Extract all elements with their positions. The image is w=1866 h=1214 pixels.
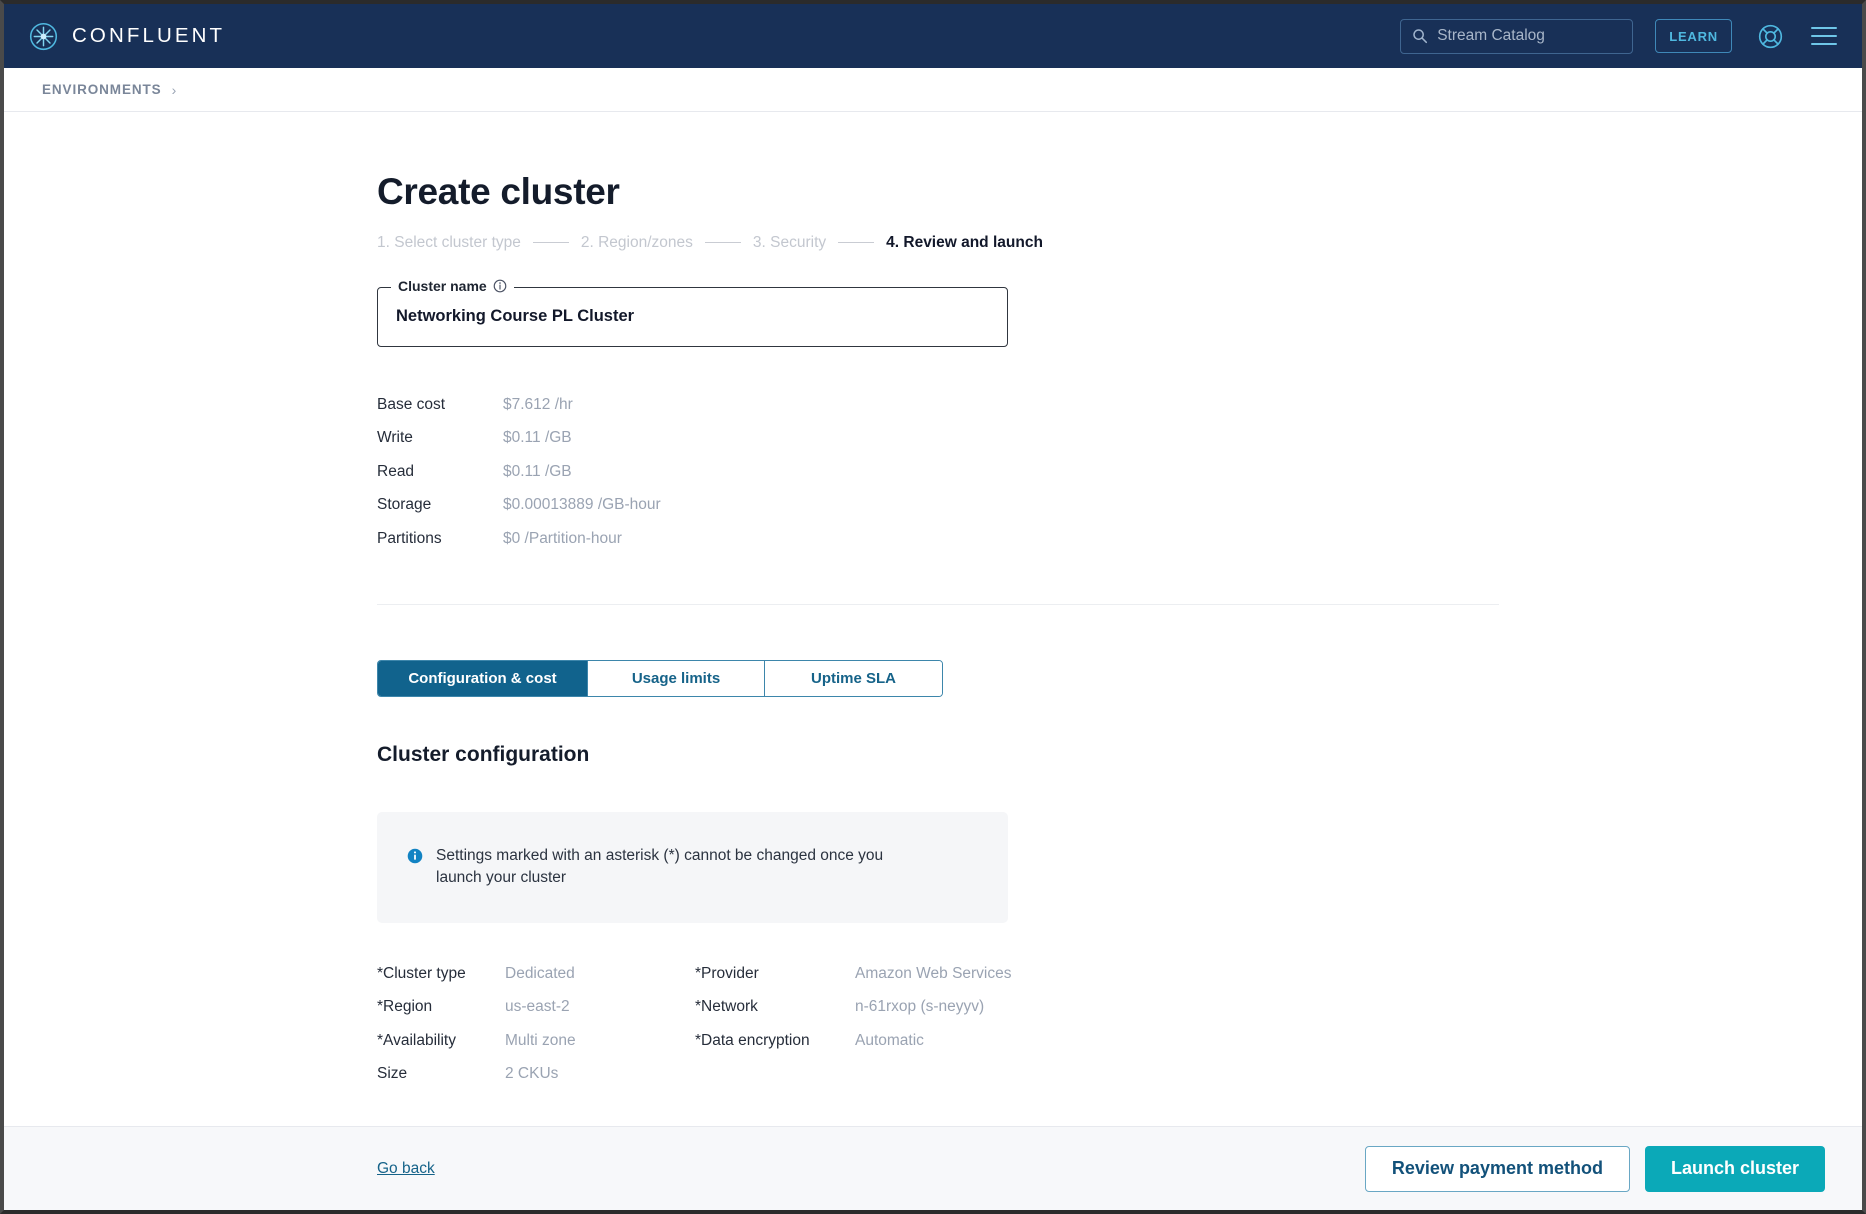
hamburger-menu-icon: [1810, 25, 1838, 47]
launch-cluster-button[interactable]: Launch cluster: [1644, 1145, 1825, 1192]
pricing-label-storage: Storage: [377, 496, 432, 514]
confluent-logo-icon: [28, 21, 59, 52]
tab-usage-limits[interactable]: Usage limits: [588, 660, 765, 696]
pricing-value-read: $0.11 /GB: [503, 462, 572, 480]
menu-button[interactable]: [1808, 20, 1840, 52]
config-label-cluster-type: *Cluster type: [377, 964, 466, 982]
brand-name: CONFLUENT: [72, 24, 226, 47]
step-1-select-cluster-type[interactable]: 1. Select cluster type: [377, 234, 521, 252]
config-value-region: us-east-2: [505, 998, 570, 1016]
config-label-data-encryption: *Data encryption: [695, 1031, 810, 1049]
tab-uptime-sla[interactable]: Uptime SLA: [765, 660, 942, 696]
pricing-label-base-cost: Base cost: [377, 395, 446, 413]
config-value-provider: Amazon Web Services: [855, 964, 1012, 982]
step-4-review-and-launch[interactable]: 4. Review and launch: [886, 234, 1043, 252]
config-value-availability: Multi zone: [505, 1031, 576, 1049]
cluster-name-field[interactable]: Cluster name Networking Course PL Cluste…: [377, 277, 1008, 347]
step-indicator: 1. Select cluster type 2. Region/zones 3…: [377, 234, 1862, 252]
tab-configuration-and-cost[interactable]: Configuration & cost: [378, 660, 588, 696]
breadcrumb: ENVIRONMENTS ›: [4, 68, 1862, 112]
lifebuoy-help-icon: [1757, 23, 1784, 50]
footer-action-bar: Go back Review payment method Launch clu…: [4, 1126, 1862, 1210]
learn-button[interactable]: LEARN: [1655, 19, 1732, 53]
pricing-value-partitions: $0 /Partition-hour: [503, 529, 622, 547]
section-divider: [377, 603, 1499, 605]
config-value-cluster-type: Dedicated: [505, 964, 575, 982]
config-value-size: 2 CKUs: [505, 1065, 559, 1083]
config-value-network: n-61rxop (s-neyyv): [855, 998, 985, 1016]
confluent-cloud-window: CONFLUENT Stream Catalog LEARN ENVIRONME…: [0, 0, 1866, 1214]
cluster-name-label: Cluster name: [398, 277, 487, 294]
info-filled-icon: [407, 845, 423, 864]
go-back-link[interactable]: Go back: [377, 1160, 435, 1178]
config-label-network: *Network: [695, 998, 758, 1016]
search-placeholder: Stream Catalog: [1437, 27, 1545, 44]
step-connector: [532, 242, 569, 244]
footer-buttons: Review payment method Launch cluster: [1364, 1145, 1825, 1192]
config-label-empty: [695, 1065, 855, 1083]
config-value-data-encryption: Automatic: [855, 1031, 924, 1049]
main-content: Create cluster 1. Select cluster type 2.…: [4, 112, 1862, 1126]
content-inner: Create cluster 1. Select cluster type 2.…: [4, 112, 1862, 1083]
pricing-value-write: $0.11 /GB: [503, 429, 572, 447]
top-navigation-bar: CONFLUENT Stream Catalog LEARN: [4, 4, 1862, 68]
pricing-label-read: Read: [377, 462, 415, 480]
asterisk-info-text: Settings marked with an asterisk (*) can…: [436, 846, 884, 887]
pricing-label-partitions: Partitions: [377, 529, 442, 547]
step-2-region-zones[interactable]: 2. Region/zones: [581, 234, 693, 252]
help-button[interactable]: [1754, 20, 1786, 52]
pricing-value-base-cost: $7.612 /hr: [503, 395, 573, 413]
cluster-name-value: Networking Course PL Cluster: [396, 307, 635, 326]
pricing-value-storage: $0.00013889 /GB-hour: [503, 496, 661, 514]
search-input[interactable]: Stream Catalog: [1400, 18, 1634, 54]
config-label-availability: *Availability: [377, 1031, 456, 1049]
config-value-empty: [855, 1065, 1077, 1083]
pricing-label-write: Write: [377, 429, 413, 447]
pricing-list: Base cost $7.612 /hr Write $0.11 /GB Rea…: [377, 396, 1862, 548]
asterisk-info-banner: Settings marked with an asterisk (*) can…: [377, 811, 1008, 923]
step-3-security[interactable]: 3. Security: [753, 234, 826, 252]
cluster-configuration-grid: *Cluster type Dedicated *Provider Amazon…: [377, 965, 1077, 1084]
step-connector: [704, 242, 741, 244]
config-label-provider: *Provider: [695, 964, 759, 982]
cluster-name-legend: Cluster name: [391, 277, 514, 294]
review-payment-method-button[interactable]: Review payment method: [1364, 1145, 1630, 1192]
chevron-right-icon: ›: [171, 81, 177, 98]
search-icon: [1412, 28, 1428, 44]
page-title: Create cluster: [377, 171, 620, 212]
config-label-size: Size: [377, 1065, 408, 1083]
detail-tabs: Configuration & cost Usage limits Uptime…: [377, 659, 943, 697]
step-connector: [838, 242, 875, 244]
brand-logo[interactable]: CONFLUENT: [28, 21, 225, 52]
info-outline-icon[interactable]: [493, 279, 507, 293]
topbar-actions: Stream Catalog LEARN: [1400, 18, 1840, 54]
breadcrumb-item-environments[interactable]: ENVIRONMENTS: [42, 82, 162, 97]
config-label-region: *Region: [377, 998, 433, 1016]
section-title-cluster-configuration: Cluster configuration: [377, 742, 590, 766]
